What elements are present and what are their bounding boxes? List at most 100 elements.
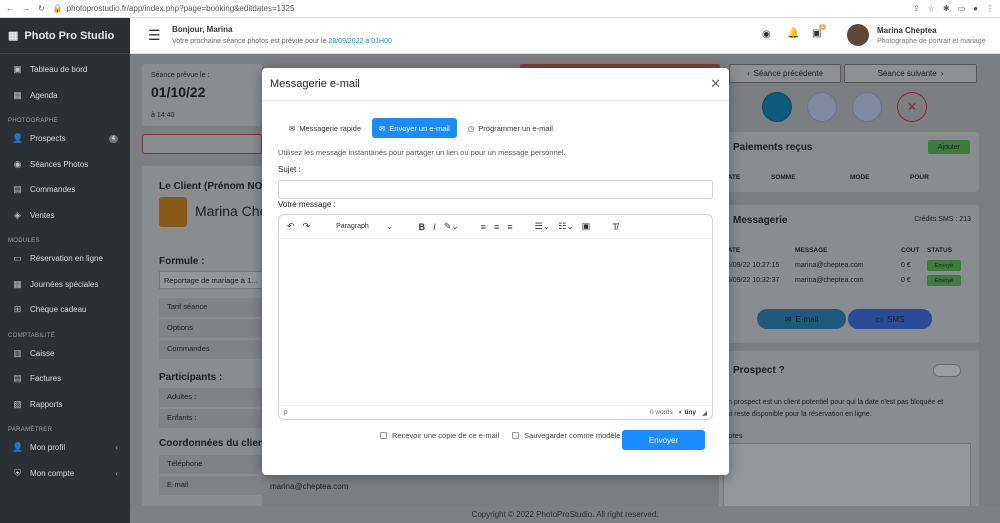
image-icon[interactable]: ▣	[582, 221, 591, 232]
camera-icon[interactable]: ◉	[762, 29, 771, 40]
calendar-icon: ▦	[13, 278, 22, 289]
action-circle-2[interactable]	[807, 92, 837, 122]
email-modal: Messagerie e-mail ✕ ✉ Messagerie rapide ✉…	[262, 68, 729, 475]
sidebar-item-commandes[interactable]: ▤ Commandes	[0, 177, 130, 203]
tab-label: Messagerie rapide	[299, 123, 361, 133]
sidebar-item-reservation[interactable]: ▭ Réservation en ligne	[0, 246, 130, 272]
copy-checkbox[interactable]	[380, 432, 387, 439]
sidebar-item-caisse[interactable]: ▥ Caisse	[0, 341, 130, 367]
coords-heading: Coordonnées du client	[159, 438, 268, 449]
sidebar-item-journees-speciales[interactable]: ▦ Journées spéciales	[0, 272, 130, 298]
row-telephone: Téléphone	[159, 455, 269, 474]
sidebar-item-label: Chèque cadeau	[30, 305, 87, 315]
shield-icon: ⛨	[14, 467, 21, 478]
prospect-title: Prospect ?	[733, 365, 785, 376]
clear-format-icon[interactable]: T̸	[612, 222, 618, 232]
menu-dots-icon[interactable]: ⋮	[986, 4, 994, 13]
brand[interactable]: ▦ Photo Pro Studio	[0, 18, 130, 54]
tag-icon: ◈	[14, 209, 21, 220]
messagerie-card: Messagerie Crédits SMS : 213 DATE MESSAG…	[719, 205, 979, 343]
user-icon: 👤	[12, 133, 24, 144]
share-icon[interactable]: ⇪	[913, 4, 920, 13]
count-badge: 4	[108, 134, 118, 143]
topbar: ☰ Bonjour, Marina Votre prochaine séance…	[130, 18, 1000, 54]
editor-toolbar: ↶ ↷ Paragraph ⌄ B I ✎⌄ ≡ ≡ ≡ ☰⌄ ☷⌄ ▣ T̸	[279, 215, 712, 239]
action-circle-3[interactable]	[852, 92, 882, 122]
add-payment-button[interactable]: Ajouter	[928, 140, 970, 154]
star-icon[interactable]: ☆	[928, 4, 935, 13]
sidebar-item-ventes[interactable]: ◈ Ventes	[0, 203, 130, 229]
email-button[interactable]: ✉ E-mail	[757, 309, 846, 329]
extensions-icon[interactable]: ✱	[943, 4, 950, 13]
sidebar-toggle-icon[interactable]: ▭	[958, 4, 966, 13]
numbered-list-icon[interactable]: ☷⌄	[558, 221, 574, 232]
format-select[interactable]: Paragraph ⌄	[332, 223, 397, 231]
bullet-list-icon[interactable]: ☰⌄	[535, 221, 551, 232]
rich-text-editor[interactable]: ↶ ↷ Paragraph ⌄ B I ✎⌄ ≡ ≡ ≡ ☰⌄ ☷⌄ ▣ T̸ p…	[278, 214, 713, 420]
row-options: Options	[159, 319, 269, 338]
email-button-label: E-mail	[795, 314, 819, 324]
sidebar-item-label: Ventes	[30, 210, 55, 220]
action-circle-1[interactable]	[762, 92, 792, 122]
align-left-icon[interactable]: ≡	[481, 222, 486, 232]
modal-tabs: ✉ Messagerie rapide ✉ Envoyer un e-mail ◷ P…	[282, 118, 560, 138]
tab-envoyer-email[interactable]: ✉ Envoyer un e-mail	[372, 118, 457, 138]
cancel-circle-button[interactable]: ✕	[897, 92, 927, 122]
address-bar[interactable]: 🔒 photoprostudio.fr/app/index.php?page=b…	[53, 4, 905, 13]
notice-prefix: Votre prochaine séance photos est prévue…	[172, 38, 327, 45]
sidebar-item-mon-profil[interactable]: 👤 Mon profil ‹	[0, 435, 130, 461]
report-icon: ▧	[13, 398, 22, 409]
camera-icon: ◉	[13, 158, 22, 169]
reload-icon[interactable]: ↻	[38, 4, 45, 13]
modal-header: Messagerie e-mail ✕	[262, 68, 729, 101]
avatar[interactable]	[847, 24, 869, 46]
monitor-icon: ▭	[13, 253, 22, 264]
redo-icon[interactable]: ↷	[303, 221, 311, 232]
sidebar-section-title: COMPTABILITÉ	[8, 332, 56, 339]
lock-icon: 🔒	[52, 4, 63, 13]
invoice-icon: ▤	[13, 373, 22, 384]
sidebar-item-seances-photos[interactable]: ◉ Séances Photos	[0, 152, 130, 178]
tab-programmer-email[interactable]: ◷ Programmer un e-mail	[461, 118, 560, 138]
forward-icon[interactable]: →	[22, 4, 30, 13]
tab-messagerie-rapide[interactable]: ✉ Messagerie rapide	[282, 118, 368, 138]
sidebar-section-title: MODULES	[8, 238, 40, 244]
envelope-icon: ✉	[379, 123, 386, 133]
prev-session-button[interactable]: ‹ Séance précédente	[729, 64, 841, 83]
sidebar-item-rapports[interactable]: ▧ Rapports	[0, 392, 130, 418]
send-button[interactable]: Envoyer	[622, 430, 705, 450]
profile-avatar-icon[interactable]: ●	[973, 4, 978, 13]
align-right-icon[interactable]: ≡	[507, 222, 512, 232]
sidebar-item-agenda[interactable]: ▦ Agenda	[0, 83, 130, 109]
sidebar-item-factures[interactable]: ▤ Factures	[0, 366, 130, 392]
back-icon[interactable]: ←	[6, 4, 14, 13]
sms-button[interactable]: ▭ SMS	[848, 309, 932, 329]
prospect-toggle[interactable]	[933, 364, 961, 377]
sidebar-item-label: Commandes	[30, 185, 76, 195]
notice-date: 28/09/2022 à 01H00	[328, 38, 392, 45]
bold-icon[interactable]: B	[419, 222, 426, 232]
footer: Copyright © 2022 PhotoProStudio. All rig…	[130, 506, 1000, 523]
resize-handle-icon[interactable]: ◢	[702, 409, 707, 417]
highlight-icon[interactable]: ✎⌄	[444, 221, 459, 232]
row-adultes: Adultes :	[159, 388, 269, 407]
close-icon[interactable]: ✕	[710, 76, 721, 92]
dashboard-icon: ▣	[13, 64, 22, 75]
sidebar-item-label: Caisse	[30, 348, 55, 358]
formule-select[interactable]: Reportage de mariage à 1...	[159, 271, 269, 289]
sidebar-item-prospects[interactable]: 👤 Prospects 4	[0, 126, 130, 152]
paiements-col-somme: SOMME	[771, 174, 796, 181]
italic-icon[interactable]: I	[433, 222, 436, 232]
save-template-checkbox[interactable]	[512, 432, 520, 439]
bell-icon[interactable]: 🔔	[787, 28, 799, 39]
sidebar-item-cheque-cadeau[interactable]: ⊞ Chèque cadeau	[0, 297, 130, 323]
next-session-button[interactable]: Séance suivante ›	[844, 64, 977, 83]
modal-title: Messagerie e-mail	[270, 78, 360, 90]
sidebar-item-label: Mon compte	[30, 468, 75, 478]
sidebar-item-tableau-de-bord[interactable]: ▣ Tableau de bord	[0, 57, 130, 83]
sidebar-item-mon-compte[interactable]: ⛨ Mon compte ‹	[0, 461, 130, 487]
undo-icon[interactable]: ↶	[287, 221, 295, 232]
align-center-icon[interactable]: ≡	[494, 222, 499, 232]
hamburger-icon[interactable]: ☰	[148, 27, 161, 44]
subject-input[interactable]	[278, 180, 713, 199]
